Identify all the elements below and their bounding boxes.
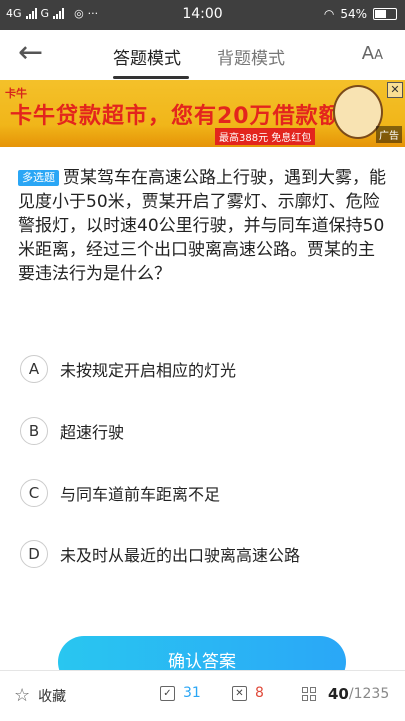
- option-text: 超速行驶: [60, 423, 125, 442]
- favorite-label: 收藏: [38, 688, 67, 705]
- ad-banner[interactable]: 卡牛 卡牛贷款超市，您有20万借款额度 最高388元 免息红包 ✕ 广告: [0, 80, 405, 147]
- tab-memorize-mode[interactable]: 背题模式: [217, 44, 285, 69]
- ad-subtext: 最高388元 免息红包: [215, 128, 316, 145]
- total-questions: /1235: [348, 686, 390, 702]
- option-a[interactable]: A 未按规定开启相应的灯光: [20, 354, 390, 384]
- status-bar: 4G G ◎ ··· 14:00 ◠ 54%: [0, 0, 405, 30]
- wrong-count-value: 8: [255, 685, 264, 701]
- favorite-button[interactable]: ☆ 收藏: [14, 685, 66, 706]
- ad-headline: 卡牛贷款超市，您有20万借款额度: [10, 104, 365, 129]
- correct-count-value: 31: [183, 685, 201, 701]
- wifi-icon: ◠: [323, 7, 335, 21]
- question-text: 贾某驾车在高速公路上行驶，遇到大雾，能见度小于50米，贾某开启了雾灯、示廓灯、危…: [18, 168, 386, 284]
- option-key: C: [20, 479, 48, 507]
- option-d[interactable]: D 未及时从最近的出口驶离高速公路: [20, 539, 390, 569]
- option-b[interactable]: B 超速行驶: [20, 416, 390, 446]
- correct-count[interactable]: ✓ 31: [160, 685, 201, 701]
- option-key: A: [20, 355, 48, 383]
- tab-answer-mode[interactable]: 答题模式: [113, 44, 181, 69]
- font-size-icon[interactable]: AA: [362, 43, 383, 64]
- option-key: D: [20, 540, 48, 568]
- grid-icon: [302, 687, 316, 701]
- option-text: 与同车道前车距离不足: [60, 485, 221, 504]
- battery-icon: [373, 8, 397, 20]
- option-text: 未及时从最近的出口驶离高速公路: [60, 546, 301, 565]
- wrong-count[interactable]: ✕ 8: [232, 685, 264, 701]
- question-type-badge: 多选题: [18, 170, 59, 186]
- current-question-number: 40: [328, 685, 349, 703]
- star-icon: ☆: [14, 685, 31, 706]
- bottom-toolbar: ☆ 收藏 ✓ 31 ✕ 8 40 /1235: [0, 670, 405, 721]
- cross-icon: ✕: [232, 685, 247, 701]
- active-tab-indicator: [113, 76, 189, 79]
- status-right: ◠ 54%: [324, 7, 397, 21]
- question-block: 多选题 贾某驾车在高速公路上行驶，遇到大雾，能见度小于50米，贾某开启了雾灯、示廓…: [18, 166, 388, 286]
- top-nav: ← 答题模式 背题模式 AA: [0, 30, 405, 81]
- question-progress[interactable]: 40 /1235: [302, 685, 389, 703]
- check-icon: ✓: [160, 685, 175, 701]
- ad-label: 广告: [376, 126, 402, 143]
- back-arrow-icon[interactable]: ←: [18, 38, 50, 70]
- option-c[interactable]: C 与同车道前车距离不足: [20, 478, 390, 508]
- option-text: 未按规定开启相应的灯光: [60, 361, 237, 380]
- option-key: B: [20, 417, 48, 445]
- battery-percent: 54%: [340, 7, 367, 21]
- ad-close-icon[interactable]: ✕: [387, 82, 403, 98]
